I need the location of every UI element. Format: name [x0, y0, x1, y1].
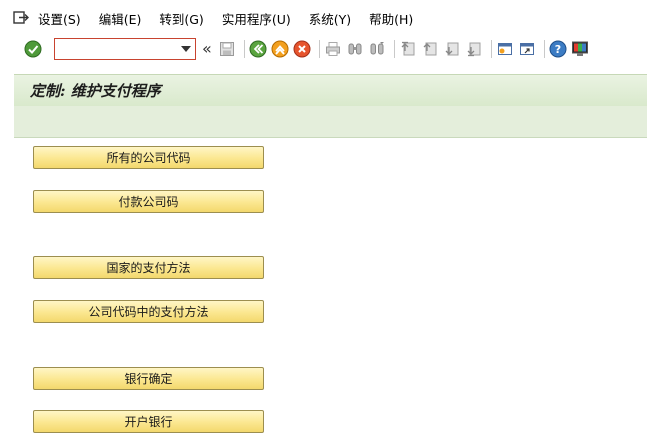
toolbar-separator	[318, 40, 320, 58]
next-page-icon[interactable]	[443, 40, 461, 58]
save-icon[interactable]	[218, 40, 236, 58]
toolbar-separator	[243, 40, 245, 58]
menu-bar: 设置(S) 编辑(E) 转到(G) 实用程序(U) 系统(Y) 帮助(H)	[0, 0, 647, 36]
payment-methods-in-company-code-button[interactable]: 公司代码中的支付方法	[33, 300, 264, 323]
shortcut-icon[interactable]	[518, 40, 536, 58]
create-session-icon[interactable]	[496, 40, 514, 58]
command-field[interactable]	[54, 38, 196, 60]
enter-check-icon[interactable]	[24, 40, 42, 58]
toolbar-separator	[393, 40, 395, 58]
find-icon[interactable]	[346, 40, 364, 58]
menu-utilities[interactable]: 实用程序(U)	[222, 9, 291, 28]
paying-company-codes-button[interactable]: 付款公司码	[33, 190, 264, 213]
menu-help[interactable]: 帮助(H)	[369, 9, 413, 28]
print-icon[interactable]	[324, 40, 342, 58]
cancel-icon[interactable]	[293, 40, 311, 58]
menu-settings[interactable]: 设置(S)	[38, 9, 81, 28]
command-dropdown-icon[interactable]	[179, 42, 193, 56]
standard-toolbar: « ?	[0, 36, 647, 62]
help-icon[interactable]: ?	[549, 40, 567, 58]
svg-text:?: ?	[555, 43, 561, 56]
toolbar-separator	[543, 40, 545, 58]
double-chevron-left-icon[interactable]: «	[202, 41, 212, 57]
screen-title-bar: 定制: 维护支付程序	[14, 74, 647, 106]
payment-methods-in-country-button[interactable]: 国家的支付方法	[33, 256, 264, 279]
back-icon[interactable]	[249, 40, 267, 58]
application-toolbar-area	[14, 106, 647, 138]
menu-exit-icon[interactable]	[12, 9, 30, 27]
all-company-codes-button[interactable]: 所有的公司代码	[33, 146, 264, 169]
first-page-icon[interactable]	[399, 40, 417, 58]
last-page-icon[interactable]	[465, 40, 483, 58]
menu-system[interactable]: 系统(Y)	[309, 9, 351, 28]
house-banks-button[interactable]: 开户银行	[33, 410, 264, 433]
toolbar-separator	[490, 40, 492, 58]
exit-icon[interactable]	[271, 40, 289, 58]
page-title: 定制: 维护支付程序	[30, 82, 161, 100]
menu-goto[interactable]: 转到(G)	[159, 9, 203, 28]
menu-edit[interactable]: 编辑(E)	[99, 9, 142, 28]
find-next-icon[interactable]	[368, 40, 386, 58]
command-input[interactable]	[58, 40, 176, 58]
customize-layout-icon[interactable]	[571, 40, 589, 58]
bank-determination-button[interactable]: 银行确定	[33, 367, 264, 390]
previous-page-icon[interactable]	[421, 40, 439, 58]
